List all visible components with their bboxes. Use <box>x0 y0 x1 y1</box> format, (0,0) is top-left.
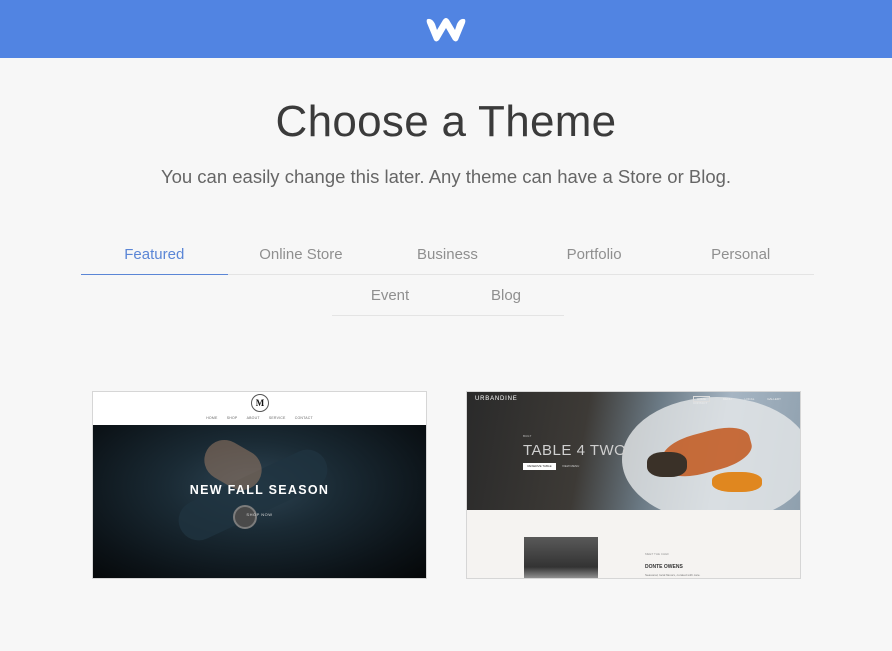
hero-food-shape <box>647 452 687 477</box>
chef-name: DONTE OWENS <box>645 564 683 570</box>
chef-text: Seasonal, local flavors, curated with ca… <box>645 573 701 577</box>
theme-category-tabs-row-1: Featured Online Store Business Portfolio… <box>81 236 814 275</box>
theme-preview-lower-section: MEET THE CHEF DONTE OWENS Seasonal, loca… <box>467 510 800 578</box>
preview-nav-item: SHOP <box>226 416 238 420</box>
preview-nav-item: ABOUT <box>246 416 260 420</box>
theme-preview-headline: TABLE 4 TWO <box>523 442 627 459</box>
preview-nav-item: GALLERY <box>767 397 782 401</box>
tab-blog[interactable]: Blog <box>448 277 564 315</box>
theme-preview-secondary-button: VIEW MENU <box>562 464 580 468</box>
hero-food-shape <box>712 472 762 492</box>
chef-photo <box>524 537 598 578</box>
theme-preview-brand: URBANDINE <box>475 396 518 402</box>
theme-preview-nav: HOME SHOP ABOUT SERVICE CONTACT <box>93 416 426 420</box>
theme-category-tabs-row-2: Event Blog <box>332 277 564 316</box>
page-title: Choose a Theme <box>275 97 617 146</box>
theme-preview-logo: M <box>251 394 269 412</box>
tab-portfolio[interactable]: Portfolio <box>521 236 668 274</box>
weebly-logo-icon[interactable] <box>424 13 468 45</box>
theme-preview-button: RESERVE TABLE <box>523 463 556 470</box>
tab-featured[interactable]: Featured <box>81 236 228 275</box>
tab-personal[interactable]: Personal <box>667 236 814 274</box>
tab-event[interactable]: Event <box>332 277 448 315</box>
preview-nav-item: SERVICE <box>268 416 286 420</box>
theme-preview-button: SHOP NOW <box>246 512 273 517</box>
hero-watch-shape <box>233 505 257 529</box>
tab-business[interactable]: Business <box>374 236 521 274</box>
top-bar <box>0 0 892 58</box>
preview-nav-item: MENU <box>722 397 732 401</box>
preview-nav-item: CONTACT <box>294 416 313 420</box>
preview-nav-item: LOCAL <box>744 397 755 401</box>
theme-preview-hero-image <box>93 425 426 578</box>
theme-preview-headline: NEW FALL SEASON <box>189 483 330 497</box>
chef-label: MEET THE CHEF <box>645 552 670 556</box>
theme-preview-nav: HOME MENU LOCAL GALLERY CONTACT <box>693 396 800 405</box>
theme-preview-eyebrow: BUILT <box>523 434 532 438</box>
page-subtitle: You can easily change this later. Any th… <box>160 166 732 187</box>
theme-preview-header: M HOME SHOP ABOUT SERVICE CONTACT <box>93 392 426 425</box>
preview-nav-item: HOME <box>206 416 218 420</box>
tab-online-store[interactable]: Online Store <box>228 236 375 274</box>
theme-card-restaurant[interactable]: URBANDINE HOME MENU LOCAL GALLERY CONTAC… <box>466 391 801 579</box>
theme-card-fashion[interactable]: M HOME SHOP ABOUT SERVICE CONTACT NEW FA… <box>92 391 427 579</box>
theme-preview-hero-image: URBANDINE HOME MENU LOCAL GALLERY CONTAC… <box>467 392 800 522</box>
preview-nav-item: CONTACT <box>693 401 708 405</box>
